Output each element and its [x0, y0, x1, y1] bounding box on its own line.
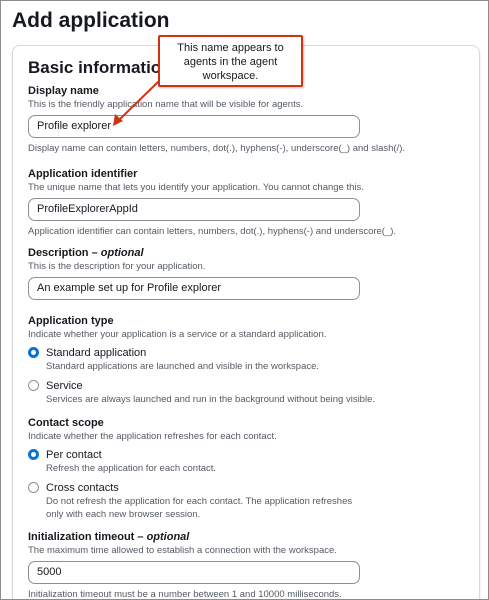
- screenshot-frame: Add application Basic information Displa…: [0, 0, 489, 600]
- page-title: Add application: [12, 9, 170, 32]
- app-type-label: Application type: [28, 315, 114, 327]
- app-identifier-constraint: Application identifier can contain lette…: [28, 226, 397, 237]
- panel-title: Basic information: [28, 58, 172, 77]
- init-timeout-constraint: Initialization timeout must be a number …: [28, 589, 342, 600]
- radio-description: Do not refresh the application for each …: [46, 496, 353, 520]
- contact-scope-label: Contact scope: [28, 417, 104, 429]
- radio-label: Cross contacts: [46, 482, 119, 494]
- init-timeout-optional: optional: [146, 531, 190, 543]
- description-input[interactable]: An example set up for Profile explorer: [28, 277, 360, 300]
- app-type-description: Indicate whether your application is a s…: [28, 329, 327, 340]
- radio-per-contact[interactable]: Per contact Refresh the application for …: [28, 448, 468, 475]
- display-name-input[interactable]: Profile explorer: [28, 115, 360, 138]
- display-name-description: This is the friendly application name th…: [28, 99, 304, 110]
- callout-annotation: This name appears to agents in the agent…: [158, 35, 303, 87]
- radio-description: Services are always launched and run in …: [46, 394, 376, 405]
- init-timeout-field: Initialization timeout – optional The ma…: [28, 530, 468, 600]
- app-identifier-description: The unique name that lets you identify y…: [28, 182, 364, 193]
- init-timeout-description: The maximum time allowed to establish a …: [28, 545, 337, 556]
- description-optional: optional: [100, 247, 144, 259]
- init-timeout-label-text: Initialization timeout: [28, 531, 135, 543]
- radio-cross-contacts[interactable]: Cross contacts Do not refresh the applic…: [28, 481, 358, 521]
- contact-scope-group: Contact scope Indicate whether the appli…: [28, 416, 468, 521]
- radio-button-selected[interactable]: [28, 449, 39, 460]
- app-identifier-input[interactable]: ProfileExplorerAppId: [28, 198, 360, 221]
- radio-button-selected[interactable]: [28, 347, 39, 358]
- basic-information-panel: Basic information Display name This is t…: [12, 45, 480, 600]
- radio-label: Standard application: [46, 347, 147, 359]
- description-description: This is the description for your applica…: [28, 261, 206, 272]
- description-label-text: Description: [28, 247, 89, 259]
- contact-scope-description: Indicate whether the application refresh…: [28, 431, 277, 442]
- description-label: Description – optional: [28, 247, 144, 259]
- app-type-group: Application type Indicate whether your a…: [28, 314, 468, 406]
- description-field: Description – optional This is the descr…: [28, 246, 468, 300]
- radio-description: Standard applications are launched and v…: [46, 361, 320, 372]
- radio-standard-application[interactable]: Standard application Standard applicatio…: [28, 346, 468, 373]
- init-timeout-label: Initialization timeout – optional: [28, 531, 190, 543]
- app-identifier-label: Application identifier: [28, 168, 138, 180]
- radio-button[interactable]: [28, 482, 39, 493]
- radio-service[interactable]: Service Services are always launched and…: [28, 379, 468, 406]
- radio-button[interactable]: [28, 380, 39, 391]
- radio-label: Service: [46, 380, 83, 392]
- display-name-constraint: Display name can contain letters, number…: [28, 143, 405, 154]
- app-identifier-field: Application identifier The unique name t…: [28, 167, 468, 238]
- radio-label: Per contact: [46, 449, 102, 461]
- init-timeout-input[interactable]: 5000: [28, 561, 360, 584]
- radio-description: Refresh the application for each contact…: [46, 463, 217, 474]
- display-name-field: Display name This is the friendly applic…: [28, 84, 468, 155]
